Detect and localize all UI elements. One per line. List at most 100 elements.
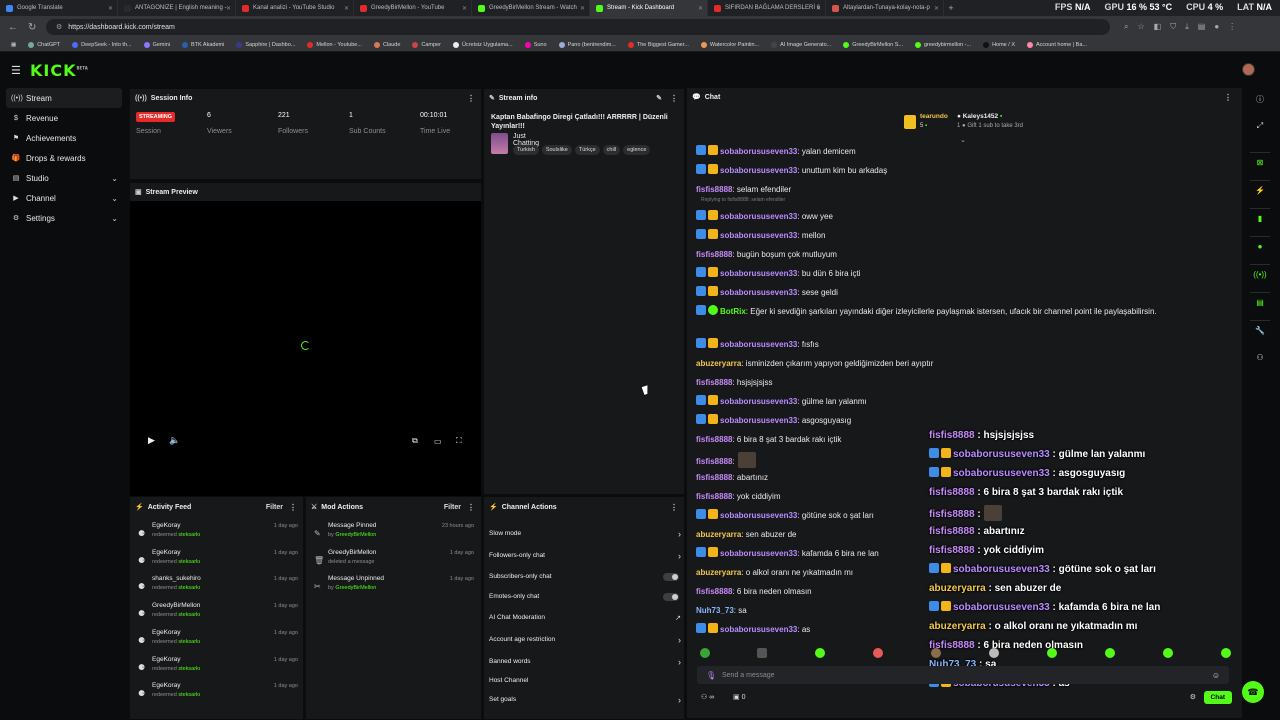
chat-username[interactable]: sobaborususeven33 [953,602,1050,613]
close-tab-icon[interactable]: ✕ [226,5,231,12]
channel-points[interactable]: ▣ 0 [733,693,745,701]
emote-icon[interactable] [1047,648,1057,658]
more-options-icon[interactable]: ⋮ [670,503,678,512]
bookmark-star-icon[interactable]: ☆ [1137,22,1144,32]
bookmark-item[interactable]: AI Image Generato... [766,41,836,48]
reload-icon[interactable]: ↻ [28,22,40,33]
emote-icon[interactable] [1163,648,1173,658]
tag-chip[interactable]: chill [602,145,621,155]
bookmark-item[interactable]: ChatGPT [23,41,65,48]
emote-icon[interactable] [873,648,883,658]
item-username[interactable]: EgeKoray [152,629,181,636]
chat-username[interactable]: abuzeryarra [929,621,986,632]
browser-tab[interactable]: Altaylardan-Tunaya-kolay-nota-p ✕ [826,0,944,16]
item-username[interactable]: EgeKoray [152,549,181,556]
download-icon[interactable]: ⤓ [1185,22,1189,32]
bookmark-item[interactable]: The Biggest Gamer... [623,41,694,48]
more-options-icon[interactable]: ⋮ [670,94,678,103]
emote-icon[interactable] [1221,648,1231,658]
chat-settings-icon[interactable]: ⚙ [1190,693,1196,701]
avatar[interactable] [1242,63,1255,76]
emote-icon[interactable] [757,648,767,658]
chat-username[interactable]: sobaborususeven33 [720,212,797,221]
channel-action-ai-chat-moderation[interactable]: AI Chat Moderation ↗ [489,607,681,628]
more-options-icon[interactable]: ⋮ [467,503,475,512]
chat-username[interactable]: abuzeryarra [929,583,986,594]
sidebar-item-settings[interactable]: ⚙ Settings ⌄ [6,208,122,228]
bookmark-item[interactable]: Claude [369,41,405,48]
chat-username[interactable]: fisfis8888 [929,430,975,441]
browser-tab[interactable]: GreedyBirMellon Stream - Watch ✕ [472,0,590,16]
volume-icon[interactable]: 🔈 [169,435,180,446]
collapse-icon[interactable]: ⌄ [960,136,966,144]
chat-username[interactable]: sobaborususeven33 [953,449,1050,460]
channel-action-banned-words[interactable]: Banned words › [489,651,681,672]
chat-username[interactable]: sobaborususeven33 [720,511,797,520]
fullscreen-icon[interactable]: ⛶ [456,436,462,446]
tag-chip[interactable]: Soulslike [541,145,572,155]
bookmark-item[interactable]: Suno [520,41,552,48]
tag-chip[interactable]: eglence [623,145,651,155]
filter-button[interactable]: Filter [266,504,283,511]
tag-chip[interactable]: Türkçe [574,145,600,155]
bookmark-item[interactable]: Camper [407,41,446,48]
chat-username[interactable]: fisfis8888 [929,545,975,556]
close-tab-icon[interactable]: ✕ [580,5,585,12]
hamburger-menu-icon[interactable]: ☰ [11,64,21,77]
bookmark-item[interactable]: Gemini [139,41,175,48]
more-options-icon[interactable]: ⋮ [467,94,475,103]
item-username[interactable]: GreedyBirMellon [152,602,200,609]
shield-icon[interactable]: ⛉ [1170,22,1176,32]
info-icon[interactable]: ⓘ [1250,90,1270,110]
chat-username[interactable]: BotRix [720,307,746,316]
bookmark-item[interactable]: Mellon - Youtube... [302,41,367,48]
sidebar-item-stream[interactable]: ((•)) Stream [6,88,122,108]
users-icon[interactable]: ⚇ [1250,348,1270,368]
channel-action-subscribers-only-chat[interactable]: Subscribers-only chat [489,566,681,587]
browser-tab[interactable]: GreedyBirMellon - YouTube ✕ [354,0,472,16]
channel-action-followers-only-chat[interactable]: Followers-only chat › [489,545,681,566]
tag-chip[interactable]: Turkish [513,145,539,155]
chat-username[interactable]: fisfis8888 [929,509,975,520]
chat-username[interactable]: sobaborususeven33 [953,468,1050,479]
chat-username[interactable]: fisfis8888 [696,435,732,444]
channel-action-emotes-only-chat[interactable]: Emotes-only chat [489,586,681,607]
wrench-icon[interactable]: 🔧 [1250,320,1270,340]
close-tab-icon[interactable]: ✕ [816,5,821,12]
support-chat-icon[interactable]: ☎ [1242,681,1264,703]
bookmark-item[interactable]: GreedyBirMellon S... [838,41,908,48]
chat-username[interactable]: fisfis8888 [696,457,732,466]
theater-mode-icon[interactable]: ▭ [434,437,442,446]
channel-action-account-age-restriction[interactable]: Account age restriction › [489,629,681,650]
chat-username[interactable]: fisfis8888 [929,526,975,537]
browser-tab[interactable]: Google Translate ✕ [0,0,118,16]
browser-tab[interactable]: Kanal analizi - YouTube Studio ✕ [236,0,354,16]
close-tab-icon[interactable]: ✕ [698,5,703,12]
broadcast-icon[interactable]: ((•)) [1250,264,1270,284]
stream-category[interactable]: Just Chatting [491,133,539,154]
bookmark-item[interactable]: DeepSeek - Into th... [67,41,136,48]
microphone-icon[interactable]: 🎙 [706,671,716,680]
close-tab-icon[interactable]: ✕ [108,5,113,12]
chat-username[interactable]: fisfis8888 [696,473,732,482]
expand-icon[interactable]: ⤢ [1250,116,1270,136]
back-icon[interactable]: ← [8,22,20,33]
chat-username[interactable]: sobaborususeven33 [720,288,797,297]
chat-username[interactable]: sobaborususeven33 [720,147,797,156]
bookmark-item[interactable]: Pano (bentrendim... [554,41,621,48]
browser-tab[interactable]: Stream - Kick Dashboard ✕ [590,0,708,16]
filter-button[interactable]: Filter [444,504,461,511]
toggle-switch[interactable] [663,592,679,601]
chat-username[interactable]: abuzeryarra [696,568,741,577]
sidebar-item-channel[interactable]: ▶ Channel ⌄ [6,188,122,208]
bookmark-item[interactable]: Sapphire | Dashbo... [231,41,300,48]
sidebar-item-studio[interactable]: ▤ Studio ⌄ [6,168,122,188]
bookmark-item[interactable]: greedybirmellon -... [910,41,976,48]
chat-username[interactable]: sobaborususeven33 [953,564,1050,575]
bookmark-item[interactable]: Watercolor Paintin... [696,41,764,48]
viewers-count[interactable]: ⚇ ∞ [701,693,714,701]
channel-action-host-channel[interactable]: Host Channel [489,670,681,691]
new-tab-button[interactable]: + [944,3,958,13]
bookmark-item[interactable]: BTK Akademi [177,41,229,48]
chat-username[interactable]: sobaborususeven33 [720,269,797,278]
